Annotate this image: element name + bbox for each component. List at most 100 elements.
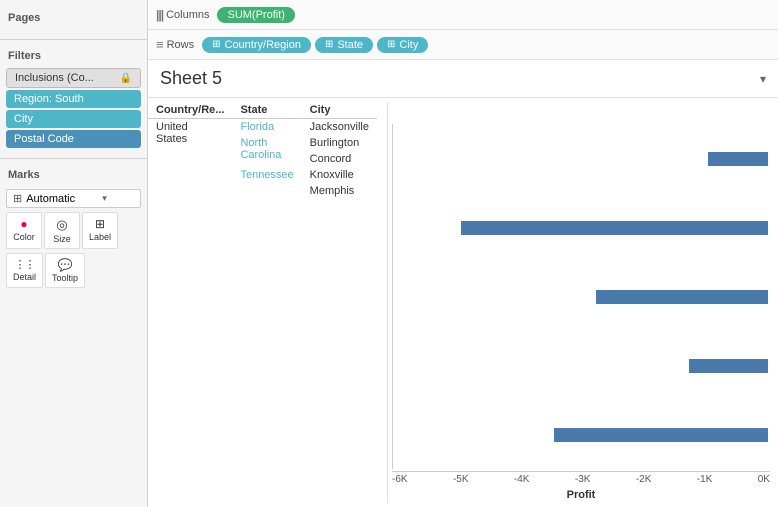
- marks-icons-row2: ⋮⋮ Detail 💬 Tooltip: [6, 253, 141, 288]
- x-label-4k: -4K: [514, 474, 530, 485]
- cell-state-nc: NorthCarolina: [232, 135, 301, 167]
- cell-city-burlington: Burlington: [302, 135, 377, 151]
- filter-inclusions-label: Inclusions (Co...: [15, 72, 94, 84]
- filter-city[interactable]: City: [6, 110, 141, 128]
- cell-state-tn: Tennessee: [232, 167, 301, 199]
- country-pill-label: Country/Region: [225, 39, 301, 51]
- marks-type-label: Automatic: [26, 193, 75, 205]
- city-pill-icon: ⊞: [387, 39, 395, 50]
- x-label-3k: -3K: [575, 474, 591, 485]
- table-row: UnitedStates Florida Jacksonville: [148, 119, 377, 136]
- marks-label-button[interactable]: ⊞ Label: [82, 212, 118, 249]
- filters-section: Filters Inclusions (Co... 🔒 Region: Sout…: [0, 40, 147, 159]
- detail-icon: ⋮⋮: [15, 258, 35, 271]
- col-header-country: Country/Re...: [148, 102, 232, 119]
- data-table: Country/Re... State City UnitedStates Fl…: [148, 102, 388, 503]
- size-icon: ◎: [56, 217, 67, 233]
- pages-section: Pages: [0, 0, 147, 40]
- marks-detail-button[interactable]: ⋮⋮ Detail: [6, 253, 43, 288]
- pages-label: Pages: [0, 4, 147, 28]
- cell-city-memphis: Memphis: [302, 183, 377, 199]
- marks-label-label: Label: [89, 232, 111, 242]
- marks-size-label: Size: [53, 234, 71, 244]
- marks-tooltip-button[interactable]: 💬 Tooltip: [45, 253, 85, 288]
- bars-area: [392, 124, 770, 469]
- x-label-2k: -2K: [636, 474, 652, 485]
- rows-toolbar-label: ≡ Rows: [156, 37, 194, 52]
- rows-text: Rows: [167, 39, 195, 51]
- sheet-area: Sheet 5 ▾ Country/Re... State City: [148, 60, 778, 507]
- tooltip-icon: 💬: [58, 258, 73, 272]
- country-pill-icon: ⊞: [212, 39, 220, 50]
- columns-pill-label: SUM(Profit): [227, 9, 284, 21]
- bar-chart: -6K -5K -4K -3K -2K -1K 0K Profit: [388, 102, 778, 503]
- marks-size-button[interactable]: ◎ Size: [44, 212, 80, 249]
- sheet-title: Sheet 5: [160, 68, 222, 89]
- bar-knoxville-fill: [689, 359, 768, 373]
- lock-icon: 🔒: [120, 73, 132, 84]
- filter-city-label: City: [14, 113, 33, 125]
- rows-city-pill[interactable]: ⊞ City: [377, 37, 428, 53]
- marks-color-button[interactable]: ● Color: [6, 212, 42, 249]
- cell-country: UnitedStates: [148, 119, 232, 200]
- columns-icon: |||: [156, 8, 163, 22]
- columns-sum-profit-pill[interactable]: SUM(Profit): [217, 7, 294, 23]
- marks-label: Marks: [0, 163, 147, 185]
- bar-concord-bg: [393, 290, 770, 304]
- bar-knoxville: [393, 356, 770, 376]
- x-label-6k: -6K: [392, 474, 408, 485]
- city-pill-label: City: [399, 39, 418, 51]
- sheet-dropdown-arrow[interactable]: ▾: [760, 72, 766, 86]
- marks-detail-label: Detail: [13, 272, 36, 282]
- marks-color-label: Color: [13, 232, 35, 242]
- bar-jacksonville-bg: [393, 152, 770, 166]
- marks-icons-row: ● Color ◎ Size ⊞ Label: [6, 212, 141, 249]
- marks-dropdown-arrow: ▾: [102, 193, 107, 204]
- columns-text: Columns: [166, 9, 209, 21]
- cell-state-florida: Florida: [232, 119, 301, 136]
- bar-memphis-fill: [554, 428, 768, 442]
- filter-postal-label: Postal Code: [14, 133, 74, 145]
- rows-icon: ≡: [156, 37, 164, 52]
- filter-postal-code[interactable]: Postal Code: [6, 130, 141, 148]
- x-axis-labels: -6K -5K -4K -3K -2K -1K 0K: [392, 471, 770, 487]
- bar-jacksonville: [393, 149, 770, 169]
- filter-region[interactable]: Region: South: [6, 90, 141, 108]
- filter-region-label: Region: South: [14, 93, 84, 105]
- bar-jacksonville-fill: [708, 152, 768, 166]
- x-label-0k: 0K: [758, 474, 770, 485]
- bar-concord-fill: [596, 290, 769, 304]
- label-icon: ⊞: [95, 217, 105, 231]
- sheet-header: Sheet 5 ▾: [148, 60, 778, 98]
- color-icon: ●: [20, 217, 27, 231]
- rows-state-pill[interactable]: ⊞ State: [315, 37, 373, 53]
- bar-memphis: [393, 425, 770, 445]
- columns-row: ||| Columns SUM(Profit): [148, 0, 778, 30]
- x-label-5k: -5K: [453, 474, 469, 485]
- col-header-city: City: [302, 102, 377, 119]
- bar-burlington: [393, 218, 770, 238]
- sidebar: Pages Filters Inclusions (Co... 🔒 Region…: [0, 0, 148, 507]
- bar-concord: [393, 287, 770, 307]
- columns-toolbar-label: ||| Columns: [156, 8, 209, 22]
- col-header-state: State: [232, 102, 301, 119]
- state-pill-icon: ⊞: [325, 39, 333, 50]
- rows-country-pill[interactable]: ⊞ Country/Region: [202, 37, 311, 53]
- bar-burlington-fill: [461, 221, 769, 235]
- cell-city-knoxville: Knoxville: [302, 167, 377, 183]
- main-content: ||| Columns SUM(Profit) ≡ Rows ⊞ Country…: [148, 0, 778, 507]
- marks-type-dropdown[interactable]: ⊞ Automatic ▾: [6, 189, 141, 208]
- x-label-1k: -1K: [697, 474, 713, 485]
- bar-knoxville-bg: [393, 359, 770, 373]
- bar-burlington-bg: [393, 221, 770, 235]
- bar-memphis-bg: [393, 428, 770, 442]
- rows-row: ≡ Rows ⊞ Country/Region ⊞ State ⊞ City: [148, 30, 778, 60]
- filters-label: Filters: [0, 44, 147, 66]
- cell-city-jacksonville: Jacksonville: [302, 119, 377, 136]
- cell-city-concord: Concord: [302, 151, 377, 167]
- chart-container: Country/Re... State City UnitedStates Fl…: [148, 98, 778, 507]
- filter-inclusions[interactable]: Inclusions (Co... 🔒: [6, 68, 141, 88]
- marks-tooltip-label: Tooltip: [52, 273, 78, 283]
- marks-section: Marks ⊞ Automatic ▾ ● Color ◎ Size ⊞ Lab…: [0, 159, 147, 300]
- state-pill-label: State: [337, 39, 363, 51]
